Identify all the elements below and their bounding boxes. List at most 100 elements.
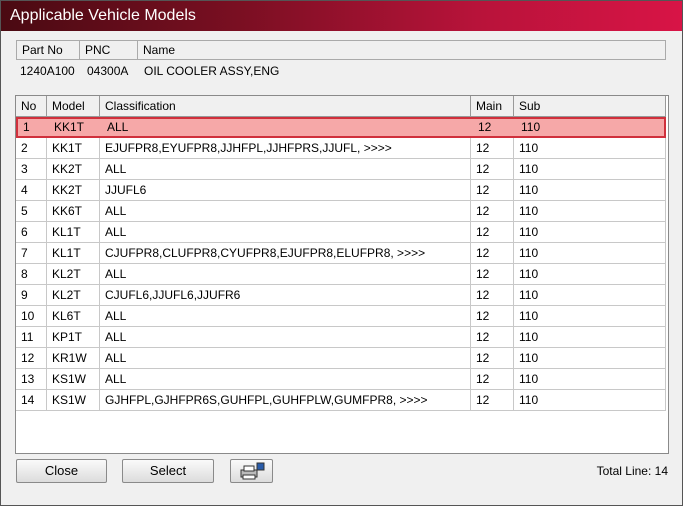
name-header: Name xyxy=(143,43,176,57)
column-header-classification[interactable]: Classification xyxy=(100,96,471,116)
table-row[interactable]: 2 KK1T EJUFPR8,EYUFPR8,JJHFPL,JJHFPRS,JJUF… xyxy=(16,138,666,159)
cell-sub: 110 xyxy=(514,390,666,410)
cell-classification: JJUFL6 xyxy=(100,180,471,200)
cell-classification: CJUFL6,JJUFL6,JJUFR6 xyxy=(100,285,471,305)
column-header-no[interactable]: No xyxy=(16,96,47,116)
column-header-sub[interactable]: Sub xyxy=(514,96,666,116)
cell-classification: GJHFPL,GJHFPR6S,GUHFPL,GUHFPLW,GUMFPR8, … xyxy=(100,390,471,410)
cell-classification: ALL xyxy=(100,348,471,368)
cell-model: KP1T xyxy=(47,327,100,347)
printer-icon xyxy=(240,462,264,480)
part-name-value: OIL COOLER ASSY,ENG xyxy=(144,64,280,78)
cell-classification: ALL xyxy=(100,306,471,326)
cell-classification: CJUFPR8,CLUFPR8,CYUFPR8,EJUFPR8,ELUFPR8,… xyxy=(100,243,471,263)
applicable-vehicle-models-dialog: Applicable Vehicle Models Part No PNC Na… xyxy=(0,0,683,506)
cell-no: 4 xyxy=(16,180,47,200)
total-line-count: Total Line: 14 xyxy=(596,464,668,478)
cell-model: KL2T xyxy=(47,264,100,284)
table-row[interactable]: 3 KK2T ALL 12 110 xyxy=(16,159,666,180)
cell-sub: 110 xyxy=(514,180,666,200)
vehicle-models-list[interactable]: No Model Classification Main Sub 1 KK1T AL… xyxy=(15,95,669,454)
cell-no: 5 xyxy=(16,201,47,221)
cell-no: 3 xyxy=(16,159,47,179)
cell-no: 6 xyxy=(16,222,47,242)
cell-main: 12 xyxy=(471,138,514,158)
cell-no: 8 xyxy=(16,264,47,284)
pnc-header: PNC xyxy=(80,41,138,59)
part-no-value: 1240A100 xyxy=(20,64,75,78)
cell-no: 12 xyxy=(16,348,47,368)
column-header-model[interactable]: Model xyxy=(47,96,100,116)
table-row[interactable]: 14 KS1W GJHFPL,GJHFPR6S,GUHFPL,GUHFPLW,GUM… xyxy=(16,390,666,411)
cell-main: 12 xyxy=(471,243,514,263)
cell-main: 12 xyxy=(471,390,514,410)
cell-model: KL6T xyxy=(47,306,100,326)
select-button[interactable]: Select xyxy=(122,459,214,483)
cell-sub: 110 xyxy=(514,138,666,158)
pnc-value: 04300A xyxy=(87,64,129,78)
cell-classification: ALL xyxy=(100,222,471,242)
cell-sub: 110 xyxy=(514,264,666,284)
cell-sub: 110 xyxy=(514,369,666,389)
close-button[interactable]: Close xyxy=(16,459,107,483)
cell-classification: EJUFPR8,EYUFPR8,JJHFPL,JJHFPRS,JJUFL, >>… xyxy=(100,138,471,158)
part-no-header: Part No xyxy=(17,41,80,59)
cell-sub: 110 xyxy=(514,222,666,242)
cell-no: 7 xyxy=(16,243,47,263)
cell-model: KL1T xyxy=(47,222,100,242)
cell-model: KL2T xyxy=(47,285,100,305)
cell-model: KL1T xyxy=(47,243,100,263)
cell-no: 1 xyxy=(23,120,30,134)
cell-main: 12 xyxy=(471,159,514,179)
part-info-header: Part No PNC Name xyxy=(16,40,666,60)
cell-no: 13 xyxy=(16,369,47,389)
cell-no: 10 xyxy=(16,306,47,326)
cell-no: 11 xyxy=(16,327,47,347)
cell-main: 12 xyxy=(471,348,514,368)
table-row[interactable]: 10 KL6T ALL 12 110 xyxy=(16,306,666,327)
cell-main: 12 xyxy=(471,327,514,347)
cell-model: KK2T xyxy=(47,180,100,200)
cell-classification: ALL xyxy=(100,201,471,221)
cell-model: KK1T xyxy=(54,120,85,134)
cell-model: KK2T xyxy=(47,159,100,179)
part-info-values: 1240A100 04300A OIL COOLER ASSY,ENG xyxy=(16,61,664,81)
cell-no: 14 xyxy=(16,390,47,410)
cell-classification: ALL xyxy=(100,159,471,179)
window-title: Applicable Vehicle Models xyxy=(10,7,196,24)
cell-sub: 110 xyxy=(514,327,666,347)
table-row[interactable]: 7 KL1T CJUFPR8,CLUFPR8,CYUFPR8,EJUFPR8,ELU… xyxy=(16,243,666,264)
cell-classification: ALL xyxy=(100,327,471,347)
table-row[interactable]: 4 KK2T JJUFL6 12 110 xyxy=(16,180,666,201)
table-row[interactable]: 6 KL1T ALL 12 110 xyxy=(16,222,666,243)
table-row[interactable]: 13 KS1W ALL 12 110 xyxy=(16,369,666,390)
table-row[interactable]: 9 KL2T CJUFL6,JJUFL6,JJUFR6 12 110 xyxy=(16,285,666,306)
cell-classification: ALL xyxy=(107,120,129,134)
cell-classification: ALL xyxy=(100,369,471,389)
table-row[interactable]: 8 KL2T ALL 12 110 xyxy=(16,264,666,285)
table-row[interactable]: 11 KP1T ALL 12 110 xyxy=(16,327,666,348)
title-bar[interactable]: Applicable Vehicle Models xyxy=(1,1,682,31)
table-row[interactable]: 5 KK6T ALL 12 110 xyxy=(16,201,666,222)
table-row[interactable]: 12 KR1W ALL 12 110 xyxy=(16,348,666,369)
cell-sub: 110 xyxy=(514,285,666,305)
print-button[interactable] xyxy=(230,459,273,483)
cell-sub: 110 xyxy=(514,348,666,368)
cell-no: 2 xyxy=(16,138,47,158)
cell-no: 9 xyxy=(16,285,47,305)
cell-main: 12 xyxy=(471,306,514,326)
cell-model: KK6T xyxy=(47,201,100,221)
cell-model: KK1T xyxy=(47,138,100,158)
cell-model: KS1W xyxy=(47,369,100,389)
cell-sub: 110 xyxy=(514,201,666,221)
cell-sub: 110 xyxy=(514,306,666,326)
cell-classification: ALL xyxy=(100,264,471,284)
cell-main: 12 xyxy=(471,180,514,200)
cell-main: 12 xyxy=(471,222,514,242)
cell-sub: 110 xyxy=(514,243,666,263)
cell-main: 12 xyxy=(471,264,514,284)
cell-main: 12 xyxy=(471,369,514,389)
cell-model: KS1W xyxy=(47,390,100,410)
column-header-main[interactable]: Main xyxy=(471,96,514,116)
table-row-selected[interactable]: 1 KK1T ALL 12 110 xyxy=(16,117,666,138)
